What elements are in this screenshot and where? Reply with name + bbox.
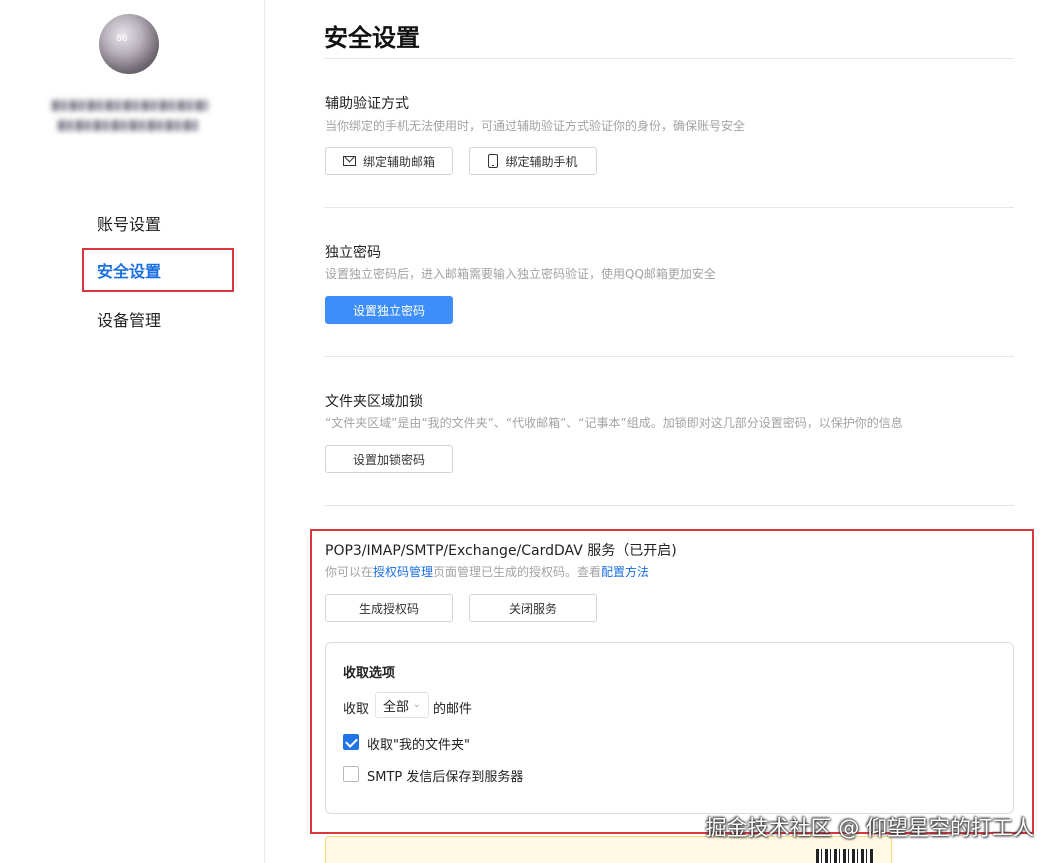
receive-scope-select[interactable]: 全部 ⌄: [375, 692, 429, 718]
bind-backup-email-label: 绑定辅助邮箱: [362, 154, 435, 169]
divider: [324, 207, 1014, 208]
independent-password-desc: 设置独立密码后，进入邮箱需要输入独立密码验证，使用QQ邮箱更加安全: [325, 267, 716, 281]
auth-code-management-link[interactable]: 授权码管理: [373, 565, 433, 579]
mail-icon: [342, 156, 356, 166]
service-desc-middle: 页面管理已生成的授权码。查看: [433, 565, 602, 579]
set-independent-password-button[interactable]: 设置独立密码: [325, 296, 453, 324]
config-method-link[interactable]: 配置方法: [601, 565, 649, 579]
divider: [324, 505, 1014, 506]
chevron-down-icon: ⌄: [413, 700, 421, 710]
folder-lock-title: 文件夹区域加锁: [325, 394, 423, 410]
receive-suffix: 的邮件: [433, 702, 473, 717]
sidebar: 86 账号设置 安全设置 设备管理: [0, 0, 265, 863]
watermark: 掘金技术社区 @ 仰望星空的打工人: [705, 816, 1034, 840]
divider: [324, 58, 1014, 59]
qr-code-icon: [816, 849, 874, 863]
service-desc: 你可以在授权码管理页面管理已生成的授权码。查看配置方法: [325, 563, 649, 580]
smtp-save-to-server-checkbox[interactable]: [343, 766, 359, 782]
generate-auth-code-button[interactable]: 生成授权码: [325, 594, 453, 622]
sidebar-item-device-management[interactable]: 设备管理: [82, 299, 234, 343]
bind-backup-phone-button[interactable]: 绑定辅助手机: [469, 147, 597, 175]
assist-verify-title: 辅助验证方式: [325, 96, 409, 112]
avatar[interactable]: 86: [99, 14, 159, 74]
receive-options-title: 收取选项: [343, 666, 396, 681]
independent-password-title: 独立密码: [325, 245, 381, 261]
receive-my-folders-checkbox[interactable]: [343, 734, 359, 750]
close-service-button[interactable]: 关闭服务: [469, 594, 597, 622]
bind-backup-email-button[interactable]: 绑定辅助邮箱: [325, 147, 453, 175]
service-title: POP3/IMAP/SMTP/Exchange/CardDAV 服务（已开启): [325, 543, 677, 559]
receive-scope-value: 全部: [383, 699, 410, 715]
receive-options-panel: [325, 642, 1014, 814]
phone-icon: [488, 154, 499, 168]
receive-prefix: 收取: [343, 702, 370, 717]
set-lock-password-button[interactable]: 设置加锁密码: [325, 445, 453, 473]
receive-my-folders-label: 收取"我的文件夹": [367, 738, 470, 753]
sidebar-item-security-settings[interactable]: 安全设置: [82, 248, 234, 292]
assist-verify-desc: 当你绑定的手机无法使用时，可通过辅助验证方式验证你的身份，确保账号安全: [325, 119, 746, 133]
page-title: 安全设置: [324, 24, 420, 52]
avatar-text: 86: [116, 34, 128, 44]
blurred-username: [52, 100, 208, 140]
divider: [324, 356, 1014, 357]
sidebar-item-account-settings[interactable]: 账号设置: [82, 203, 234, 247]
smtp-save-to-server-label: SMTP 发信后保存到服务器: [367, 770, 524, 785]
folder-lock-desc: “文件夹区域”是由“我的文件夹”、“代收邮箱”、“记事本”组成。加锁即对这几部分…: [325, 416, 903, 430]
bind-backup-phone-label: 绑定辅助手机: [505, 154, 578, 169]
service-desc-prefix: 你可以在: [325, 565, 374, 579]
